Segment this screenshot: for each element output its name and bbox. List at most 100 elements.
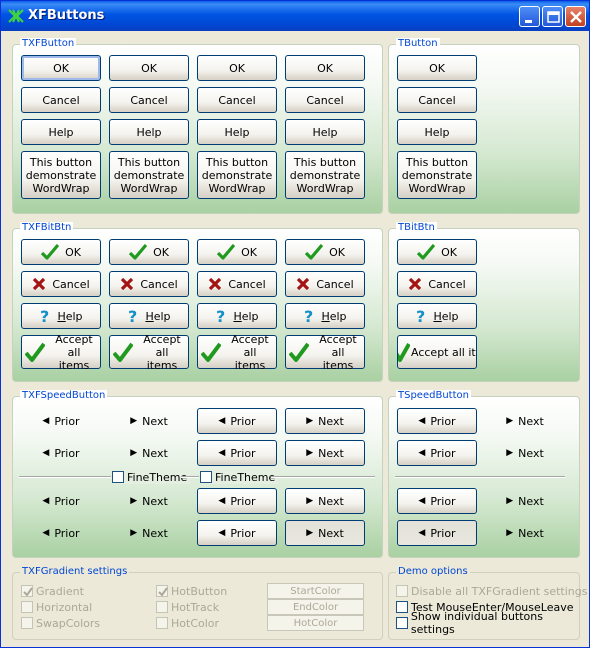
txfbit-cancel-button[interactable]: Cancel <box>285 271 365 297</box>
speed-next-button[interactable]: ▶ Next <box>285 520 365 546</box>
minimize-button[interactable] <box>519 6 540 27</box>
txfbit-cancel-button[interactable]: Cancel <box>21 271 101 297</box>
txfbit-cancel-button[interactable]: Cancel <box>109 271 189 297</box>
t-help-button[interactable]: Help <box>397 119 477 145</box>
speed-prior-button[interactable]: ◀ Prior <box>197 408 277 434</box>
tspeed-prior-button[interactable]: ◀ Prior <box>397 408 477 434</box>
checkbox-box[interactable] <box>21 601 33 613</box>
txfbit-accept-button[interactable]: Accept all items <box>197 333 277 372</box>
tbit-accept-button[interactable]: Accept all iten <box>397 335 477 369</box>
txf-ok-button[interactable]: OK <box>109 55 189 81</box>
button-label: Cancel <box>52 277 90 291</box>
txfbit-accept-button[interactable]: Accept all items <box>109 333 189 372</box>
t-cancel-button[interactable]: Cancel <box>397 87 477 113</box>
speed-prior-button[interactable]: ◀ Prior <box>197 488 277 514</box>
tspeed-next-button[interactable]: ▶ Next <box>485 440 565 466</box>
txfbit-ok-button[interactable]: OK <box>285 239 365 265</box>
checkbox-box[interactable] <box>200 471 212 483</box>
speed-prior-button[interactable]: ◀ Prior <box>21 440 101 466</box>
txfbit-help-button[interactable]: ? Help <box>197 303 277 329</box>
speed-next-button[interactable]: ▶ Next <box>285 488 365 514</box>
speed-prior-button[interactable]: ◀ Prior <box>21 408 101 434</box>
hottrack-checkbox[interactable]: HotTrack <box>156 600 219 614</box>
endcolor-button[interactable]: EndColor <box>267 599 364 615</box>
txf-cancel-button[interactable]: Cancel <box>197 87 277 113</box>
txfbit-accept-button[interactable]: Accept all items <box>285 333 365 372</box>
checkbox-box[interactable] <box>396 585 408 597</box>
finetheme-checkbox[interactable]: FineTheme <box>112 470 191 484</box>
txfbit-ok-button[interactable]: OK <box>21 239 101 265</box>
hotbutton-checkbox[interactable]: HotButton <box>156 584 227 598</box>
t-wordwrap-button[interactable]: This button demonstrate WordWrap <box>397 151 477 199</box>
speed-next-button[interactable]: ▶ Next <box>285 440 365 466</box>
horizontal-checkbox[interactable]: Horizontal <box>21 600 92 614</box>
checkbox-box[interactable] <box>21 585 33 597</box>
tspeed-prior-button[interactable]: ◀ Prior <box>397 488 477 514</box>
hotcolor-checkbox[interactable]: HotColor <box>156 616 219 630</box>
t-ok-button[interactable]: OK <box>397 55 477 81</box>
button-label: Next <box>142 494 168 508</box>
txf-cancel-button[interactable]: Cancel <box>285 87 365 113</box>
button-label: Next <box>518 526 544 540</box>
maximize-button[interactable] <box>542 6 563 27</box>
txf-cancel-button[interactable]: Cancel <box>109 87 189 113</box>
checkbox-box[interactable] <box>156 601 168 613</box>
tspeed-prior-button[interactable]: ◀ Prior <box>397 520 477 546</box>
startcolor-button[interactable]: StartColor <box>267 583 364 599</box>
speed-prior-button[interactable]: ◀ Prior <box>21 520 101 546</box>
cross-icon <box>408 277 422 291</box>
group-legend: Demo options <box>396 566 470 578</box>
speed-next-button[interactable]: ▶ Next <box>109 408 189 434</box>
txf-wordwrap-button[interactable]: This button demonstrate WordWrap <box>21 151 101 199</box>
tbit-ok-button[interactable]: OK <box>397 239 477 265</box>
txf-help-button[interactable]: Help <box>197 119 277 145</box>
checkbox-box[interactable] <box>396 601 408 613</box>
txf-wordwrap-button[interactable]: This button demonstrate WordWrap <box>285 151 365 199</box>
txfbit-help-button[interactable]: ? Help <box>109 303 189 329</box>
tbit-cancel-button[interactable]: Cancel <box>397 271 477 297</box>
speed-prior-button[interactable]: ◀ Prior <box>21 488 101 514</box>
tspeed-next-button[interactable]: ▶ Next <box>485 488 565 514</box>
swapcolors-checkbox[interactable]: SwapColors <box>21 616 100 630</box>
txfbit-ok-button[interactable]: OK <box>197 239 277 265</box>
tbit-help-button[interactable]: ? Help <box>397 303 477 329</box>
speed-prior-button[interactable]: ◀ Prior <box>197 520 277 546</box>
speed-next-button[interactable]: ▶ Next <box>109 488 189 514</box>
txf-wordwrap-button[interactable]: This button demonstrate WordWrap <box>197 151 277 199</box>
close-button[interactable] <box>565 6 586 27</box>
gradient-checkbox[interactable]: Gradient <box>21 584 84 598</box>
check-icon <box>25 342 45 362</box>
tspeed-next-button[interactable]: ▶ Next <box>485 520 565 546</box>
title-bar[interactable]: XFButtons <box>1 1 589 31</box>
hotcolor-button[interactable]: HotColor <box>267 615 364 631</box>
disable-all-checkbox[interactable]: Disable all TXFGradient settings <box>396 584 587 598</box>
question-icon: ? <box>127 308 139 324</box>
txfbit-ok-button[interactable]: OK <box>109 239 189 265</box>
show-individual-checkbox[interactable]: Show individual buttons settings <box>396 610 589 636</box>
speed-next-button[interactable]: ▶ Next <box>109 440 189 466</box>
speed-prior-button[interactable]: ◀ Prior <box>197 440 277 466</box>
checkbox-box[interactable] <box>112 471 124 483</box>
txfbit-help-button[interactable]: ? Help <box>21 303 101 329</box>
finetheme-checkbox[interactable]: FineTheme <box>200 470 279 484</box>
checkbox-box[interactable] <box>21 617 33 629</box>
txfbit-help-button[interactable]: ? Help <box>285 303 365 329</box>
tspeed-next-button[interactable]: ▶ Next <box>485 408 565 434</box>
checkbox-box[interactable] <box>396 617 408 629</box>
txf-ok-button[interactable]: OK <box>21 55 101 81</box>
triangle-left-icon: ◀ <box>42 448 50 458</box>
txf-help-button[interactable]: Help <box>109 119 189 145</box>
txf-cancel-button[interactable]: Cancel <box>21 87 101 113</box>
txfbit-cancel-button[interactable]: Cancel <box>197 271 277 297</box>
txf-help-button[interactable]: Help <box>21 119 101 145</box>
tspeed-prior-button[interactable]: ◀ Prior <box>397 440 477 466</box>
speed-next-button[interactable]: ▶ Next <box>285 408 365 434</box>
txf-help-button[interactable]: Help <box>285 119 365 145</box>
txf-ok-button[interactable]: OK <box>285 55 365 81</box>
txf-wordwrap-button[interactable]: This button demonstrate WordWrap <box>109 151 189 199</box>
txfbit-accept-button[interactable]: Accept all items <box>21 333 101 372</box>
checkbox-box[interactable] <box>156 585 168 597</box>
txf-ok-button[interactable]: OK <box>197 55 277 81</box>
speed-next-button[interactable]: ▶ Next <box>109 520 189 546</box>
checkbox-box[interactable] <box>156 617 168 629</box>
